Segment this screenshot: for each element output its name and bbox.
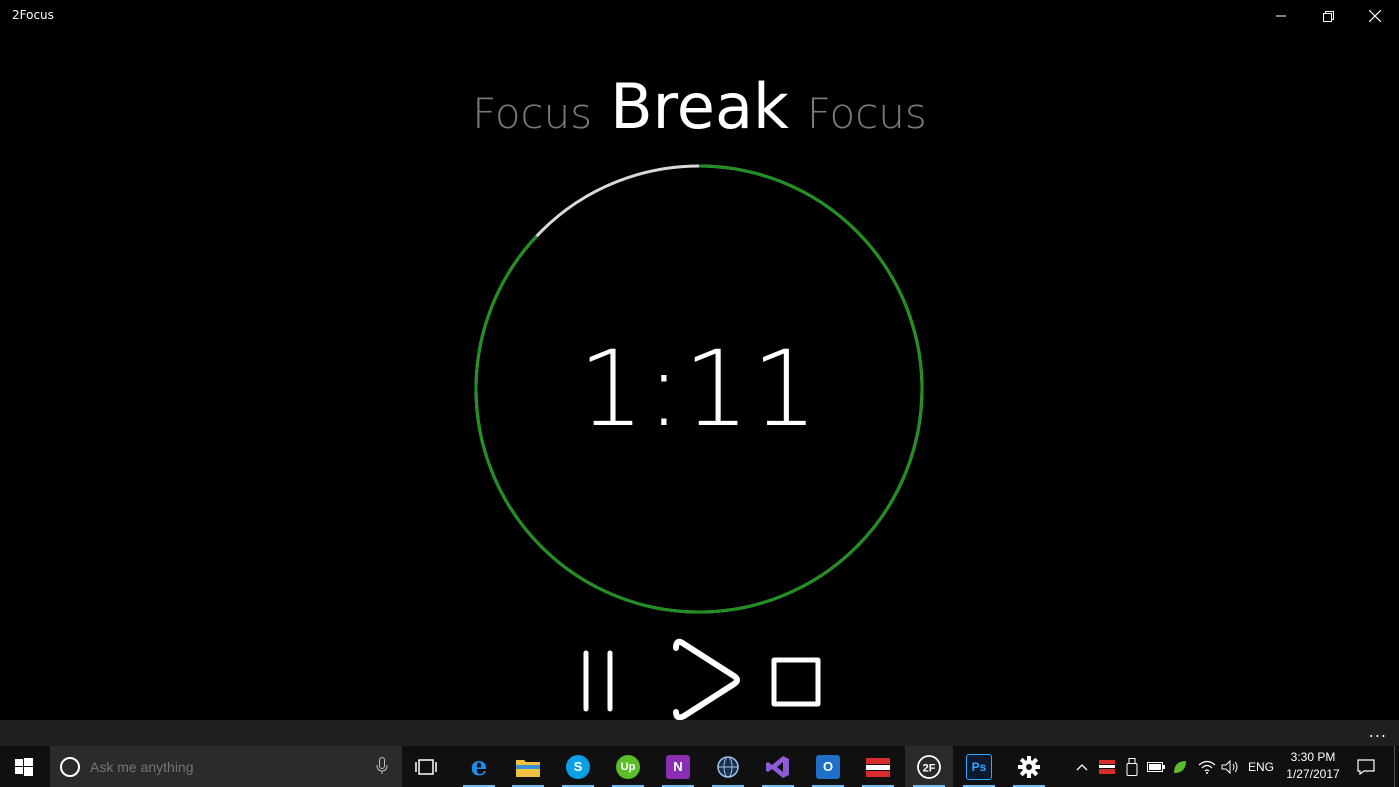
start-button[interactable] xyxy=(0,746,48,787)
tray-red-app[interactable] xyxy=(1096,746,1118,787)
taskbar-red-app[interactable] xyxy=(854,746,902,787)
restore-button[interactable] xyxy=(1305,0,1351,32)
windows-icon xyxy=(15,757,33,776)
taskbar-upwork[interactable]: Up xyxy=(604,746,652,787)
task-view-icon xyxy=(415,758,437,775)
timer-display: 1:11 xyxy=(578,328,820,450)
minimize-icon xyxy=(1276,15,1286,17)
language-indicator: ENG xyxy=(1247,759,1274,774)
taskbar-clock[interactable]: 3:30 PM 1/27/2017 xyxy=(1284,749,1342,783)
speaker-icon xyxy=(1221,759,1238,774)
cortana-icon xyxy=(60,756,80,777)
clock-time: 3:30 PM xyxy=(1290,750,1336,764)
edge-icon: e xyxy=(470,751,488,782)
taskbar: e S Up N O xyxy=(0,746,1399,787)
folder-icon xyxy=(516,759,540,777)
title-bar: 2Focus xyxy=(0,0,1399,32)
phase-labels: Focus Break Focus xyxy=(0,70,1399,150)
stop-icon xyxy=(771,657,821,707)
skype-icon: S xyxy=(566,754,590,779)
notification-icon xyxy=(1357,758,1375,775)
battery-icon xyxy=(1147,761,1165,772)
app-command-bar: ... xyxy=(0,720,1399,746)
book-stack-icon xyxy=(866,757,890,777)
play-icon xyxy=(673,638,740,721)
pause-icon xyxy=(583,650,613,712)
clock-date: 1/27/2017 xyxy=(1286,767,1340,781)
next-phase-label: Focus xyxy=(806,89,927,138)
svg-text:2F: 2F xyxy=(923,762,936,774)
action-center-button[interactable] xyxy=(1352,746,1380,787)
stop-button[interactable] xyxy=(768,654,824,710)
task-view-button[interactable] xyxy=(402,746,450,787)
2focus-icon: 2F xyxy=(917,754,941,779)
usb-drive-icon xyxy=(1126,757,1138,776)
close-button[interactable] xyxy=(1352,0,1398,32)
taskbar-outlook[interactable]: O xyxy=(804,746,852,787)
pause-button[interactable] xyxy=(578,648,618,714)
taskbar-2focus[interactable]: 2F xyxy=(905,746,953,787)
taskbar-settings[interactable] xyxy=(1005,746,1053,787)
timer-ring: 1:11 xyxy=(474,164,924,614)
minimize-button[interactable] xyxy=(1258,0,1304,32)
gear-icon xyxy=(1018,755,1040,778)
more-button[interactable]: ... xyxy=(1369,722,1387,741)
tray-volume[interactable] xyxy=(1220,746,1240,787)
taskbar-visual-studio[interactable] xyxy=(754,746,802,787)
photoshop-icon: Ps xyxy=(966,753,992,780)
tray-usb[interactable] xyxy=(1122,746,1142,787)
outlook-icon: O xyxy=(816,754,840,779)
close-icon xyxy=(1369,10,1381,22)
leaf-icon xyxy=(1174,760,1186,773)
timer-controls xyxy=(0,636,1399,722)
search-input[interactable] xyxy=(88,757,362,776)
restore-icon xyxy=(1322,10,1334,22)
chevron-up-icon xyxy=(1076,763,1088,770)
tray-overflow-button[interactable] xyxy=(1072,746,1092,787)
current-phase-label: Break xyxy=(610,70,789,143)
cortana-search[interactable] xyxy=(50,746,402,787)
previous-phase-label: Focus xyxy=(472,89,593,138)
app-title: 2Focus xyxy=(12,8,54,22)
taskbar-edge[interactable]: e xyxy=(455,746,503,787)
wifi-icon xyxy=(1198,760,1216,774)
taskbar-file-explorer[interactable] xyxy=(504,746,552,787)
play-button[interactable] xyxy=(664,636,744,722)
tray-battery[interactable] xyxy=(1146,746,1166,787)
show-desktop-button[interactable] xyxy=(1394,746,1395,787)
visual-studio-icon xyxy=(766,755,789,778)
taskbar-skype[interactable]: S xyxy=(554,746,602,787)
microphone-icon[interactable] xyxy=(376,757,388,775)
taskbar-globe-app[interactable] xyxy=(704,746,752,787)
onenote-icon: N xyxy=(666,754,690,779)
taskbar-onenote[interactable]: N xyxy=(654,746,702,787)
globe-icon xyxy=(717,755,739,778)
tray-green-app[interactable] xyxy=(1170,746,1190,787)
tray-wifi[interactable] xyxy=(1196,746,1218,787)
tray-language[interactable]: ENG xyxy=(1246,746,1276,787)
taskbar-photoshop[interactable]: Ps xyxy=(955,746,1003,787)
tray-book-icon xyxy=(1099,759,1115,774)
upwork-icon: Up xyxy=(616,754,640,779)
